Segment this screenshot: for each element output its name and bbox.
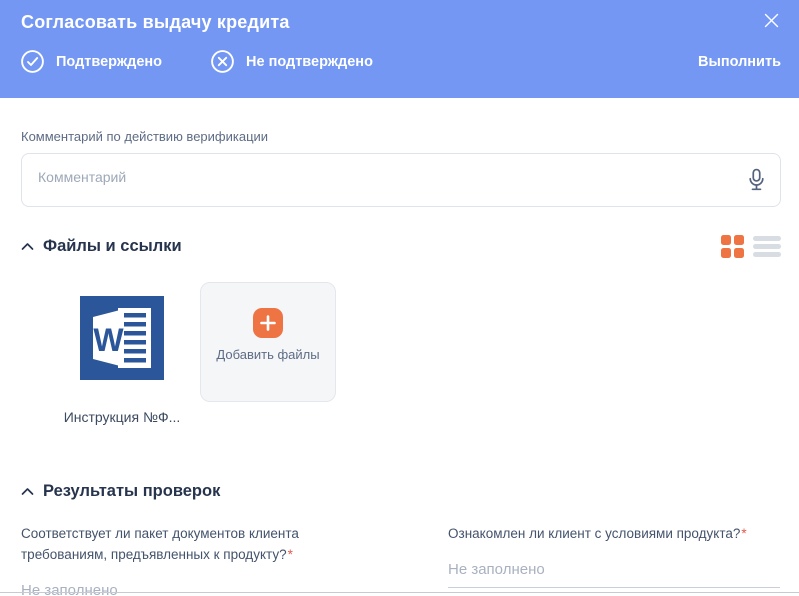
add-files-label: Добавить файлы — [216, 347, 320, 362]
cross-circle-icon — [211, 50, 234, 73]
close-icon[interactable] — [762, 11, 781, 30]
option-confirmed-label: Подтверждено — [56, 53, 163, 70]
list-view-icon[interactable] — [753, 235, 781, 258]
required-asterisk: * — [287, 547, 293, 562]
grid-view-icon[interactable] — [721, 235, 744, 258]
check-circle-icon — [21, 50, 44, 73]
microphone-icon[interactable] — [745, 167, 768, 194]
question-field-documents: Соответствует ли пакет документов клиент… — [21, 523, 352, 596]
results-section-header: Результаты проверок — [21, 482, 781, 501]
option-not-confirmed-label: Не подтверждено — [246, 53, 373, 70]
comment-input-wrapper — [21, 153, 781, 207]
dialog-title: Согласовать выдачу кредита — [21, 12, 290, 32]
files-section-title: Файлы и ссылки — [43, 237, 182, 255]
execute-button[interactable]: Выполнить — [698, 54, 781, 70]
word-file-icon: W — [80, 296, 164, 385]
approve-credit-dialog: Согласовать выдачу кредита Подтверждено — [0, 0, 799, 596]
svg-text:W: W — [93, 322, 124, 358]
question-value[interactable]: Не заполнено — [21, 582, 352, 596]
files-section-header: Файлы и ссылки — [21, 235, 781, 258]
required-asterisk: * — [741, 526, 747, 541]
option-not-confirmed[interactable]: Не подтверждено — [211, 50, 373, 73]
question-field-product-terms: Ознакомлен ли клиент с условиями продукт… — [448, 523, 780, 596]
chevron-up-icon[interactable] — [21, 242, 34, 251]
verification-actions: Подтверждено Не подтверждено Выполнить — [21, 50, 781, 73]
files-row: W Инструкция №Ф... Добавить файлы — [54, 282, 781, 425]
chevron-up-icon[interactable] — [21, 487, 34, 496]
file-card[interactable]: W Инструкция №Ф... — [54, 282, 190, 425]
comment-label: Комментарий по действию верификации — [21, 129, 269, 144]
file-name: Инструкция №Ф... — [63, 409, 181, 425]
add-files-button[interactable]: Добавить файлы — [200, 282, 336, 402]
question-value[interactable]: Не заполнено — [448, 561, 780, 588]
dialog-bottom-edge — [0, 592, 799, 593]
check-results-fields: Соответствует ли пакет документов клиент… — [21, 523, 781, 596]
plus-icon — [253, 308, 283, 338]
dialog-header: Согласовать выдачу кредита Подтверждено — [0, 0, 799, 98]
question-label: Соответствует ли пакет документов клиент… — [21, 526, 299, 562]
option-confirmed[interactable]: Подтверждено — [21, 50, 162, 73]
dialog-body: Комментарий по действию верификации Файл… — [0, 129, 799, 596]
results-section-title: Результаты проверок — [43, 482, 221, 500]
comment-input[interactable] — [22, 154, 780, 206]
view-toggles — [721, 235, 781, 258]
question-label: Ознакомлен ли клиент с условиями продукт… — [448, 526, 747, 541]
